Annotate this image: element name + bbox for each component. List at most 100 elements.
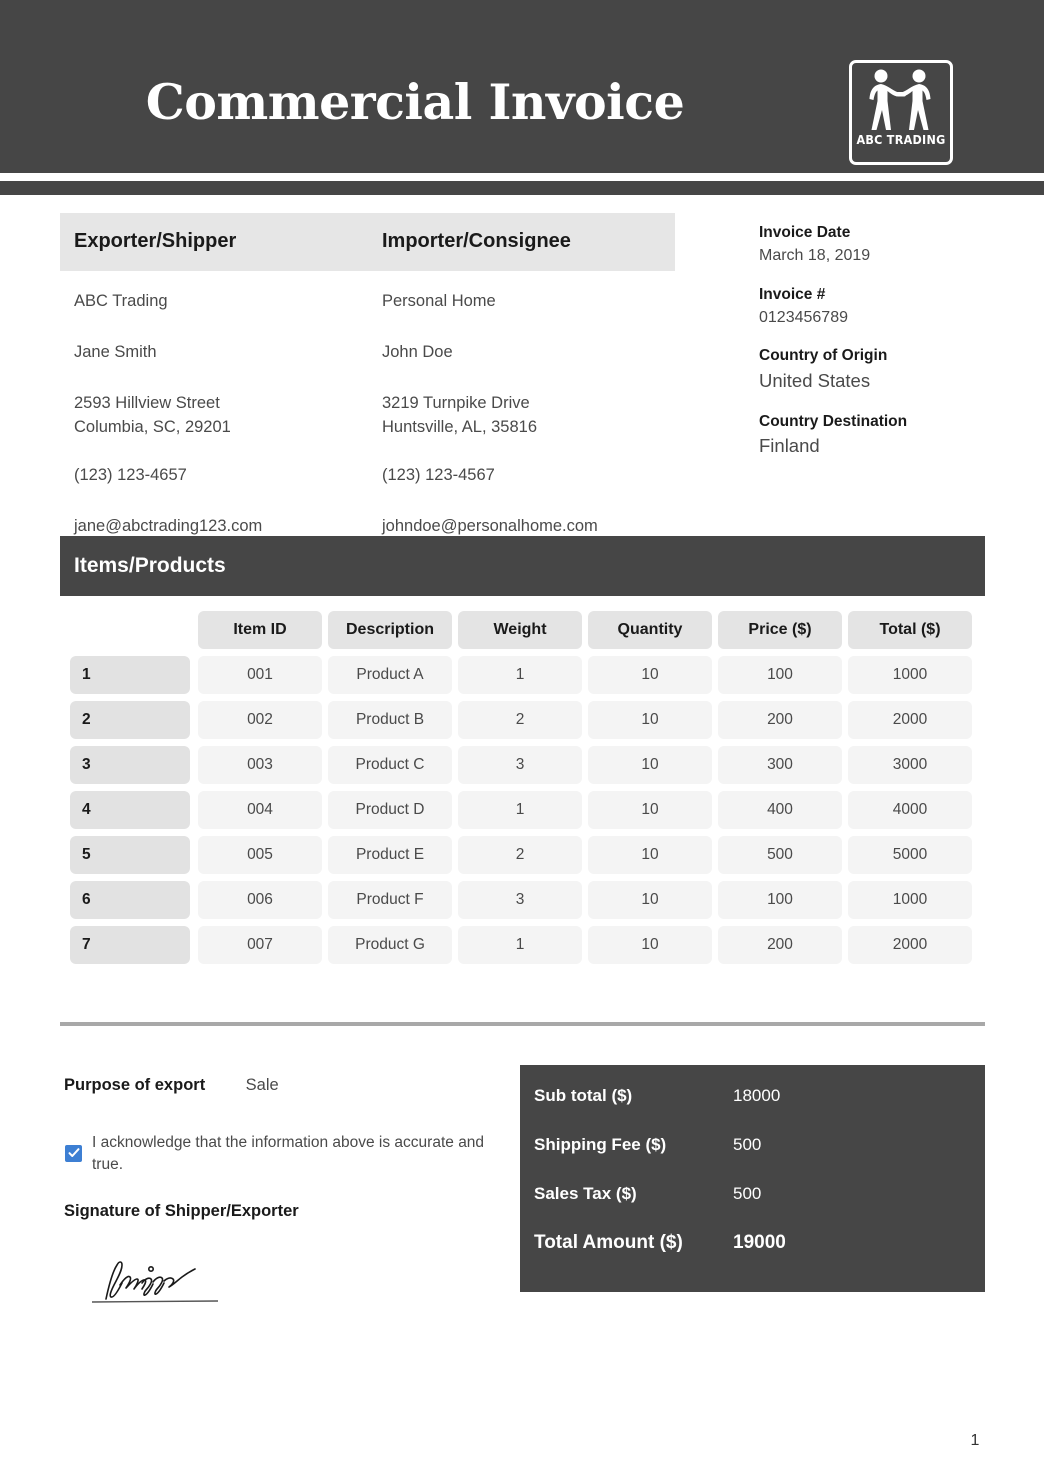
cell-quantity: 10 [588, 881, 712, 919]
cell-total: 1000 [848, 656, 972, 694]
parties-heading-bar: Exporter/Shipper Importer/Consignee [60, 213, 675, 271]
cell-item-id: 003 [198, 746, 322, 784]
exporter-details: ABC Trading Jane Smith 2593 Hillview Str… [74, 290, 262, 566]
exporter-city: Columbia, SC, 29201 [74, 417, 231, 436]
cell-total: 1000 [848, 881, 972, 919]
column-header-weight: Weight [458, 611, 582, 649]
country-destination-value: Finland [759, 435, 820, 457]
country-origin-label: Country of Origin [759, 347, 888, 365]
company-logo: ABC TRADING [849, 60, 953, 165]
cell-quantity: 10 [588, 656, 712, 694]
importer-address: 3219 Turnpike Drive Huntsville, AL, 3581… [382, 392, 598, 440]
page-title: Commercial Invoice [145, 73, 685, 131]
table-row: 3 003 Product C 3 10 300 3000 [60, 746, 985, 791]
exporter-heading: Exporter/Shipper [74, 230, 237, 252]
row-index: 7 [70, 926, 190, 964]
section-divider [60, 1022, 985, 1026]
cell-item-id: 006 [198, 881, 322, 919]
cell-quantity: 10 [588, 836, 712, 874]
shipping-fee-label: Shipping Fee ($) [534, 1135, 667, 1154]
column-header-total: Total ($) [848, 611, 972, 649]
cell-price: 400 [718, 791, 842, 829]
cell-item-id: 004 [198, 791, 322, 829]
cell-quantity: 10 [588, 926, 712, 964]
subtotal-label: Sub total ($) [534, 1086, 633, 1105]
cell-weight: 1 [458, 791, 582, 829]
acknowledgement-checkbox[interactable] [65, 1145, 82, 1162]
cell-total: 4000 [848, 791, 972, 829]
cell-price: 300 [718, 746, 842, 784]
cell-price: 100 [718, 656, 842, 694]
cell-description: Product D [328, 791, 452, 829]
invoice-number-label: Invoice # [759, 285, 826, 303]
cell-price: 200 [718, 926, 842, 964]
table-row: 2 002 Product B 2 10 200 2000 [60, 701, 985, 746]
purpose-label: Purpose of export [64, 1076, 206, 1094]
cell-quantity: 10 [588, 746, 712, 784]
cell-total: 2000 [848, 926, 972, 964]
acknowledgement-text: I acknowledge that the information above… [92, 1134, 485, 1174]
column-header-description: Description [328, 611, 452, 649]
cell-weight: 2 [458, 701, 582, 739]
country-destination-label: Country Destination [759, 412, 908, 430]
cell-price: 500 [718, 836, 842, 874]
importer-street: 3219 Turnpike Drive [382, 393, 530, 412]
items-section-banner: Items/Products [60, 536, 985, 596]
importer-company: Personal Home [382, 292, 496, 310]
exporter-company: ABC Trading [74, 292, 168, 310]
importer-city: Huntsville, AL, 35816 [382, 417, 538, 436]
cell-item-id: 001 [198, 656, 322, 694]
exporter-email: jane@abctrading123.com [74, 516, 263, 535]
table-row: 4 004 Product D 1 10 400 4000 [60, 791, 985, 836]
cell-description: Product B [328, 701, 452, 739]
exporter-contact: Jane Smith [74, 342, 157, 361]
column-header-price: Price ($) [718, 611, 842, 649]
column-header-item-id: Item ID [198, 611, 322, 649]
subtotal-value: 18000 [733, 1086, 781, 1105]
cell-quantity: 10 [588, 701, 712, 739]
table-row: 7 007 Product G 1 10 200 2000 [60, 926, 985, 971]
cell-weight: 2 [458, 836, 582, 874]
totals-panel: Sub total ($) 18000 Shipping Fee ($) 500… [520, 1065, 985, 1292]
sales-tax-label: Sales Tax ($) [534, 1184, 637, 1203]
signature-area[interactable] [90, 1255, 225, 1310]
cell-price: 100 [718, 881, 842, 919]
exporter-address: 2593 Hillview Street Columbia, SC, 29201 [74, 392, 262, 440]
importer-heading: Importer/Consignee [382, 230, 571, 252]
cell-item-id: 005 [198, 836, 322, 874]
invoice-number-value: 0123456789 [759, 309, 848, 327]
table-row: 1 001 Product A 1 10 100 1000 [60, 656, 985, 701]
items-section-title: Items/Products [74, 554, 226, 577]
logo-wordmark: ABC TRADING [856, 133, 946, 147]
checkmark-icon [68, 1148, 80, 1157]
cell-weight: 1 [458, 656, 582, 694]
signature-label: Signature of Shipper/Exporter [64, 1202, 299, 1220]
handshake-figures-icon [869, 69, 931, 130]
page-number: 1 [970, 1432, 980, 1449]
cell-item-id: 002 [198, 701, 322, 739]
invoice-info: Invoice Date March 18, 2019 Invoice # 01… [759, 222, 1019, 476]
cell-quantity: 10 [588, 791, 712, 829]
row-index: 3 [70, 746, 190, 784]
row-index: 1 [70, 656, 190, 694]
header-bar: Commercial Invoice ABC TRADING [0, 0, 1044, 173]
total-amount-label: Total Amount ($) [534, 1232, 683, 1253]
cell-weight: 3 [458, 746, 582, 784]
row-index: 5 [70, 836, 190, 874]
cell-total: 2000 [848, 701, 972, 739]
importer-email: johndoe@personalhome.com [382, 516, 598, 535]
cell-description: Product A [328, 656, 452, 694]
cell-item-id: 007 [198, 926, 322, 964]
shipping-fee-value: 500 [733, 1135, 762, 1154]
table-row: 5 005 Product E 2 10 500 5000 [60, 836, 985, 881]
country-origin-value: United States [759, 369, 871, 391]
cell-total: 5000 [848, 836, 972, 874]
cell-description: Product G [328, 926, 452, 964]
cell-description: Product E [328, 836, 452, 874]
exporter-street: 2593 Hillview Street [74, 393, 220, 412]
cell-description: Product F [328, 881, 452, 919]
total-amount-value: 19000 [733, 1232, 786, 1253]
cell-weight: 3 [458, 881, 582, 919]
cell-description: Product C [328, 746, 452, 784]
purpose-of-export: Purpose of export Sale [64, 1076, 279, 1095]
